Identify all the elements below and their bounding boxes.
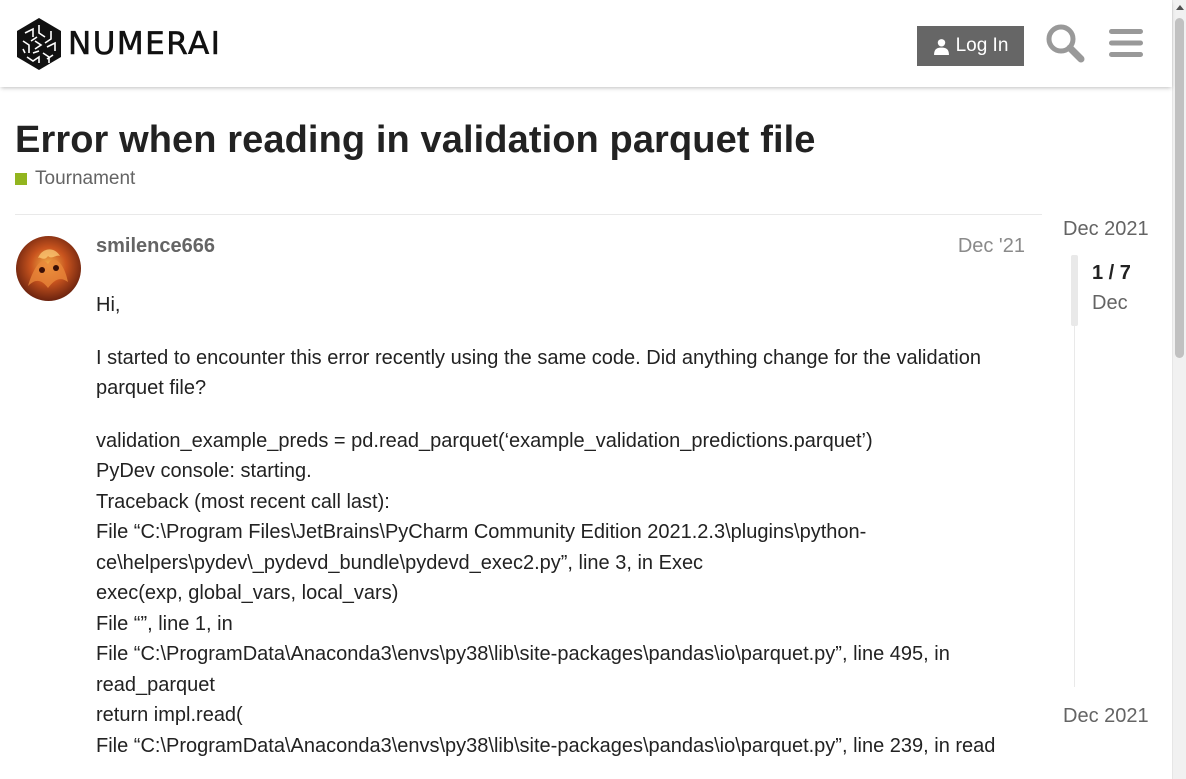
traceback-line: Traceback (most recent call last): <box>96 490 390 513</box>
timeline-handle[interactable] <box>1071 255 1078 326</box>
timeline-start-date[interactable]: Dec 2021 <box>1063 218 1149 241</box>
traceback-line: File “C:\Program Files\JetBrains\PyCharm… <box>96 521 867 574</box>
traceback-line: File “C:\ProgramData\Anaconda3\envs\py38… <box>96 734 996 757</box>
hamburger-menu-button[interactable] <box>1104 21 1148 65</box>
error-traceback: validation_example_preds = pd.read_parqu… <box>96 426 1036 762</box>
post-greeting: Hi, <box>96 294 121 316</box>
log-in-button[interactable]: Log In <box>917 26 1024 66</box>
numerai-logo-icon <box>17 18 61 70</box>
timeline-end-date[interactable]: Dec 2021 <box>1063 705 1149 728</box>
traceback-line: exec(exp, global_vars, local_vars) <box>96 582 399 604</box>
site-header: NUMERAI Log In <box>0 0 1172 87</box>
traceback-line: PyDev console: starting. <box>96 460 312 482</box>
topic-divider <box>15 214 1042 215</box>
avatar[interactable] <box>16 236 81 301</box>
timeline-current-date: Dec <box>1092 292 1128 314</box>
hamburger-menu-icon <box>1109 29 1143 57</box>
logo-text: NUMERAI <box>68 26 222 63</box>
traceback-line: File “C:\ProgramData\Anaconda3\envs\py38… <box>96 643 956 696</box>
search-button[interactable] <box>1043 21 1087 65</box>
post-date[interactable]: Dec '21 <box>958 235 1025 258</box>
avatar-image <box>16 236 81 301</box>
traceback-line: File “”, line 1, in <box>96 612 233 635</box>
log-in-label: Log In <box>955 35 1009 56</box>
traceback-line: validation_example_preds = pd.read_parqu… <box>96 429 873 452</box>
post-intro: I started to encounter this error recent… <box>96 346 981 400</box>
category-badge[interactable]: Tournament <box>15 168 135 190</box>
user-icon <box>933 38 949 55</box>
scroll-up-arrow-icon[interactable] <box>1176 5 1184 10</box>
topic-title[interactable]: Error when reading in validation parquet… <box>15 119 816 162</box>
search-icon <box>1046 24 1085 63</box>
numerai-logo[interactable]: NUMERAI <box>15 17 221 71</box>
category-label: Tournament <box>35 168 136 189</box>
page-scrollbar[interactable] <box>1172 0 1186 779</box>
post-username[interactable]: smilence666 <box>96 235 215 258</box>
category-color-swatch <box>15 173 27 185</box>
traceback-line: return impl.read( <box>96 704 243 726</box>
timeline-position: 1 / 7 <box>1092 262 1131 284</box>
scrollbar-thumb[interactable] <box>1175 18 1184 358</box>
post-body: Hi, I started to encounter this error re… <box>96 290 1036 761</box>
